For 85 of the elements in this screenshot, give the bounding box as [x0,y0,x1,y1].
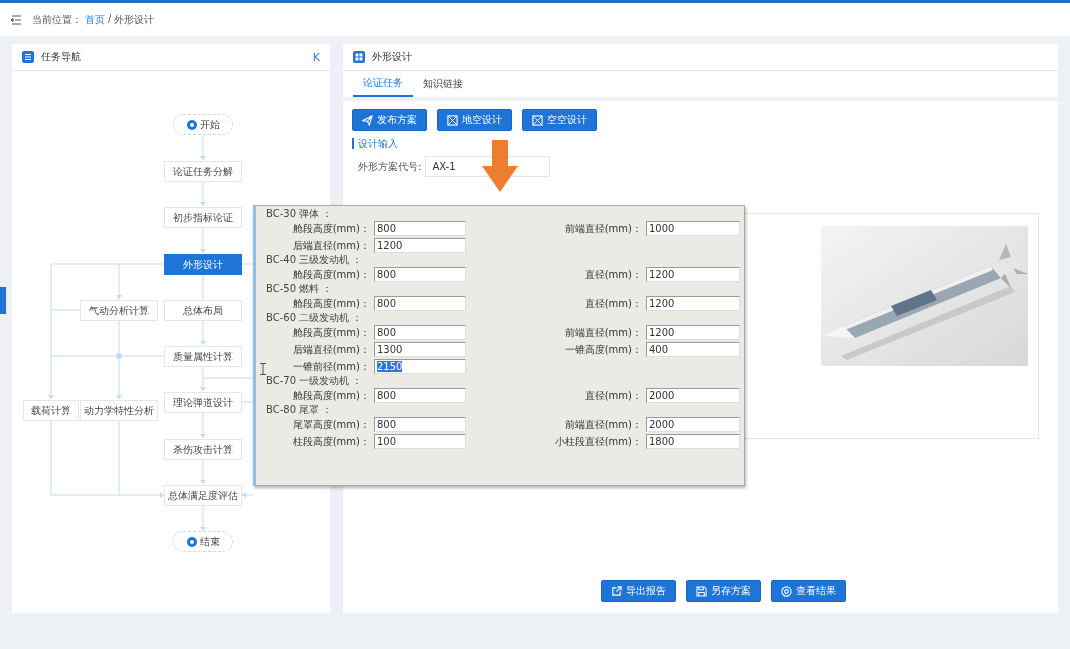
grid-icon [353,51,365,63]
list-icon [22,51,34,63]
action-button[interactable]: 空空设计 [522,109,597,131]
panel-title: 任务导航 [41,50,81,64]
param-input[interactable]: 1000 [646,221,740,236]
param-input[interactable]: 1300 [374,342,466,357]
flow-step[interactable]: 初步指标论证 [164,207,242,228]
param-label: 舱段高度(mm)： [291,325,370,340]
flow-terminal[interactable]: 开始 [173,114,233,135]
flow-step[interactable]: 载荷计算 [23,400,79,421]
group-title: BC-50 燃料 ： [266,283,334,295]
view-icon [780,585,792,597]
collapse-button[interactable]: K [312,50,320,64]
param-label: 舱段高度(mm)： [291,388,370,403]
group-title: BC-80 尾罩 ： [266,404,334,416]
param-input[interactable]: 100 [374,434,466,449]
export-icon [610,585,622,597]
flow-step[interactable]: 总体布局 [164,300,242,321]
param-label: 直径(mm)： [583,388,642,403]
param-label: 舱段高度(mm)： [291,267,370,282]
param-input[interactable]: 400 [646,342,740,357]
action-button[interactable]: 发布方案 [352,109,427,131]
footer-button[interactable]: 导出报告 [600,580,676,602]
play-icon [186,536,197,547]
flow-terminal[interactable]: 结束 [173,531,233,552]
param-label: 后端直径(mm)： [291,342,370,357]
flow-step[interactable]: 质量属性计算 [164,346,242,367]
breadcrumb-link[interactable]: 首页 [85,12,105,27]
param-label: 前端直径(mm)： [563,325,642,340]
param-input[interactable]: 800 [374,388,466,403]
action-button[interactable]: 地空设计 [437,109,512,131]
send-icon [362,114,373,126]
param-input[interactable]: 2000 [646,417,740,432]
param-input[interactable]: 1200 [646,325,740,340]
footer-button[interactable]: 查看结果 [770,580,846,602]
param-label: 柱段高度(mm)： [291,434,370,449]
param-input[interactable]: 2150 [374,359,466,374]
flow-step[interactable]: 动力学特性分析 [80,400,158,421]
tab[interactable]: 论证任务 [353,71,413,97]
box-icon [447,114,458,126]
param-label: 前端直径(mm)： [563,417,642,432]
param-input[interactable]: 2000 [646,388,740,403]
param-input[interactable]: 1800 [646,434,740,449]
play-icon [186,119,197,130]
param-label: 前端直径(mm)： [563,221,642,236]
param-label: 直径(mm)： [583,267,642,282]
flow-step[interactable]: 论证任务分解 [164,161,242,182]
box-icon [532,114,543,126]
text-cursor-icon [260,363,266,375]
panel-title: 外形设计 [372,50,412,64]
param-label: 舱段高度(mm)： [291,221,370,236]
side-handle[interactable] [0,287,6,314]
param-label: 一锥前径(mm)： [291,359,370,374]
flow-step[interactable]: 外形设计 [164,254,242,275]
field-label: 外形方案代号: [358,159,422,174]
down-arrow-icon [482,140,518,192]
param-input[interactable]: 1200 [374,238,466,253]
group-title: BC-40 三级发动机 ： [266,254,364,266]
param-label: 尾罩高度(mm)： [291,417,370,432]
param-input[interactable]: 800 [374,267,466,282]
breadcrumb-separator: / [108,12,112,26]
group-title: BC-70 一级发动机 ： [266,375,364,387]
save-icon [695,585,707,597]
tab[interactable]: 知识链接 [413,71,473,97]
flow-step[interactable]: 气动分析计算 [80,300,158,321]
flow-step[interactable]: 杀伤攻击计算 [164,439,242,460]
param-input[interactable]: 1200 [646,267,740,282]
param-label: 小柱段直径(mm)： [553,434,642,449]
flow-step[interactable]: 理论弹道设计 [164,392,242,413]
param-label: 舱段高度(mm)： [291,296,370,311]
breadcrumb-current: 外形设计 [114,12,155,27]
breadcrumb-label: 当前位置： [32,12,82,27]
param-input[interactable]: 1200 [646,296,740,311]
footer-button[interactable]: 另存方案 [685,580,761,602]
flow-step[interactable]: 总体满足度评估 [164,485,242,506]
param-input[interactable]: 800 [374,296,466,311]
param-label: 后端直径(mm)： [291,238,370,253]
param-input[interactable]: 800 [374,325,466,340]
group-title: BC-60 二级发动机 ： [266,312,364,324]
menu-icon[interactable] [10,14,22,25]
group-title: BC-30 弹体 ： [266,208,334,220]
param-label: 一锥高度(mm)： [563,342,642,357]
param-input[interactable]: 800 [374,417,466,432]
param-input[interactable]: 800 [374,221,466,236]
param-label: 直径(mm)： [583,296,642,311]
